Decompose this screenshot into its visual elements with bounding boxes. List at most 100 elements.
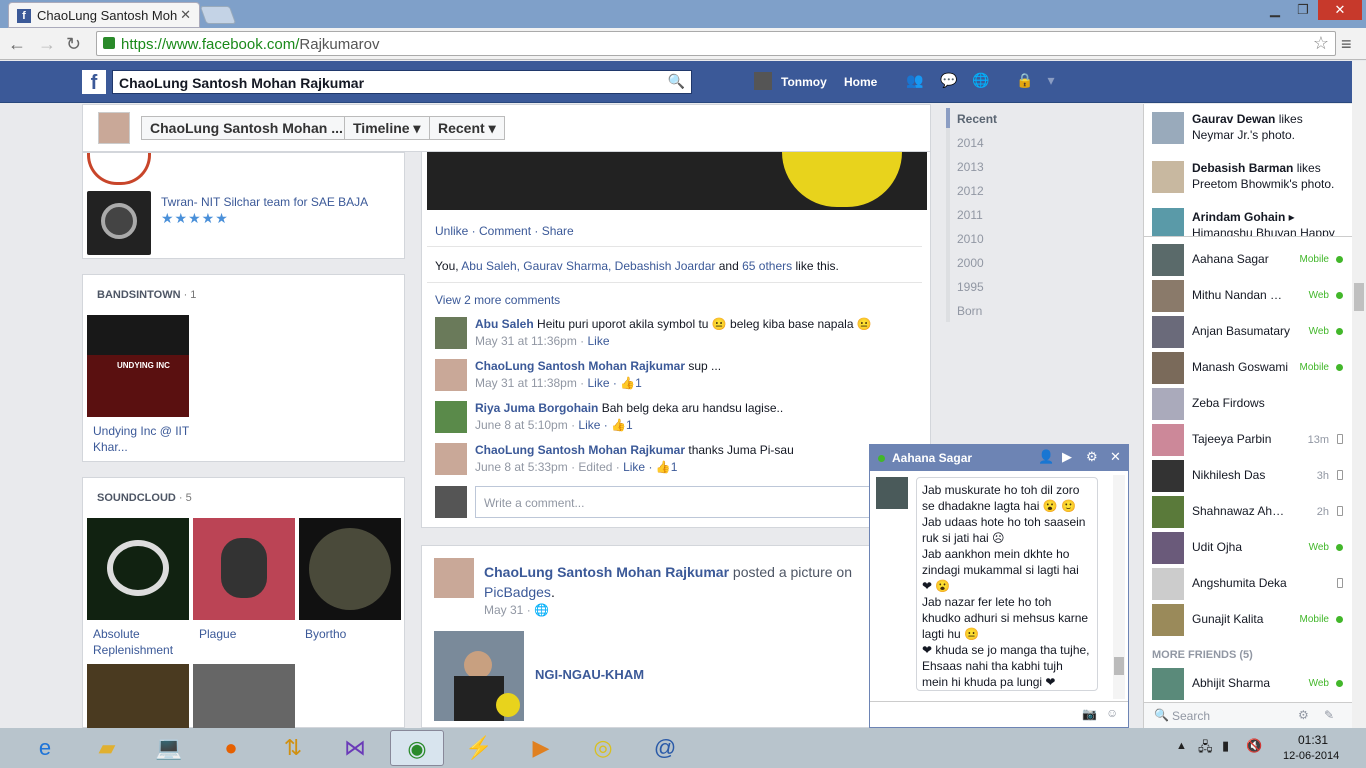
friend-row[interactable]: Udit Ojha Web: [1144, 530, 1353, 566]
comment-like-count[interactable]: · 👍1: [600, 418, 633, 432]
band-event-poster[interactable]: UNDYING INC: [87, 315, 189, 417]
facebook-search-input[interactable]: ChaoLung Santosh Mohan Rajkumar 🔍: [112, 70, 692, 94]
new-message-icon[interactable]: ✎: [1324, 708, 1334, 722]
post-actions[interactable]: Unlike · Comment · Share: [435, 224, 574, 238]
close-window-button[interactable]: ✕: [1318, 0, 1362, 20]
add-friends-icon[interactable]: 👤: [1038, 449, 1054, 465]
reload-icon[interactable]: ↻: [66, 34, 81, 55]
track-link-plague[interactable]: Plague: [199, 626, 236, 642]
friend-requests-icon[interactable]: 👥: [906, 72, 924, 90]
emoticon-icon[interactable]: ☺: [1106, 706, 1118, 720]
friend-row[interactable]: Manash Goswami Mobile: [1144, 350, 1353, 386]
user-name-link[interactable]: Tonmoy: [781, 75, 827, 89]
torrent-icon[interactable]: ⇅: [266, 730, 320, 766]
commenter-avatar[interactable]: [435, 317, 467, 349]
track-art-absolute-replenishment[interactable]: [87, 518, 189, 620]
chat-options-gear-icon[interactable]: ⚙: [1298, 708, 1309, 722]
account-menu-icon[interactable]: ▾: [1042, 72, 1060, 90]
chrome-icon[interactable]: ◉: [390, 730, 444, 766]
commenter-name[interactable]: Riya Juma Borgohain: [475, 401, 598, 415]
clock-time[interactable]: 01:31: [1298, 733, 1328, 747]
browser-tab[interactable]: f ChaoLung Santosh Mohan ✕: [8, 2, 200, 28]
friend-row[interactable]: Angshumita Deka: [1144, 566, 1353, 602]
chat-settings-gear-icon[interactable]: ⚙: [1086, 449, 1098, 465]
chat-input[interactable]: 📷 ☺: [870, 701, 1128, 727]
year-recent[interactable]: Recent: [957, 112, 997, 126]
track-link-absolute-replenishment[interactable]: Absolute Replenishment: [93, 626, 189, 658]
back-icon[interactable]: ←: [8, 34, 26, 55]
friend-row[interactable]: Anjan Basumatary Web: [1144, 314, 1353, 350]
profile-name-button[interactable]: ChaoLung Santosh Mohan ...: [141, 116, 345, 140]
firefox-icon[interactable]: ●: [204, 730, 258, 766]
write-comment-input[interactable]: Write a comment...: [475, 486, 925, 518]
home-link[interactable]: Home: [844, 75, 877, 89]
minimize-button[interactable]: ▁: [1262, 0, 1288, 20]
commenter-avatar[interactable]: [435, 443, 467, 475]
friend-row[interactable]: Mithu Nandan Me... Web: [1144, 278, 1353, 314]
recent-dropdown[interactable]: Recent ▾: [429, 116, 505, 140]
commenter-avatar[interactable]: [435, 359, 467, 391]
video-call-icon[interactable]: ▶: [1062, 449, 1072, 465]
sidebar-search-bar[interactable]: 🔍 Search ⚙ ✎: [1144, 702, 1353, 728]
ticker-avatar[interactable]: [1152, 112, 1184, 144]
commenter-name[interactable]: ChaoLung Santosh Mohan Rajkumar: [475, 443, 685, 457]
comment-like-link[interactable]: Like: [578, 418, 600, 432]
disc-icon[interactable]: ◎: [576, 730, 630, 766]
commenter-name[interactable]: Abu Saleh: [475, 317, 534, 331]
volume-muted-icon[interactable]: 🔇: [1246, 738, 1262, 754]
picture-caption-link[interactable]: NGI-NGAU-KHAM: [535, 667, 644, 682]
new-tab-button[interactable]: [199, 6, 237, 24]
ticker-item[interactable]: Debasish Barman likes Preetom Bhowmik's …: [1192, 160, 1347, 192]
restore-button[interactable]: ❐: [1290, 0, 1316, 20]
close-chat-icon[interactable]: ✕: [1110, 449, 1121, 465]
comment-like-count[interactable]: · 👍1: [645, 460, 677, 474]
privacy-shortcuts-icon[interactable]: 🔒: [1016, 72, 1034, 90]
file-explorer-icon[interactable]: ▰: [80, 730, 134, 766]
chat-header[interactable]: Aahana Sagar 👤 ▶ ⚙ ✕: [870, 445, 1128, 471]
network-tray-icon[interactable]: 🖧: [1198, 738, 1213, 760]
ticker-avatar[interactable]: [1152, 161, 1184, 193]
ticker-item[interactable]: Gaurav Dewan likes Neymar Jr.'s photo.: [1192, 111, 1347, 143]
friend-row[interactable]: Zeba Firdows: [1144, 386, 1353, 422]
friend-row[interactable]: Gunajit Kalita Mobile: [1144, 602, 1353, 638]
year-2013[interactable]: 2013: [957, 160, 984, 174]
commenter-avatar[interactable]: [435, 401, 467, 433]
search-icon[interactable]: 🔍: [668, 73, 685, 90]
soundcloud-header[interactable]: SOUNDCLOUD · 5: [97, 492, 192, 504]
year-2011[interactable]: 2011: [957, 208, 983, 222]
timeline-dropdown[interactable]: Timeline ▾: [344, 116, 430, 140]
friend-row[interactable]: Shahnawaz Ahmed 2h: [1144, 494, 1353, 530]
track-art-4[interactable]: [87, 664, 189, 728]
friend-row[interactable]: Nikhilesh Das 3h: [1144, 458, 1353, 494]
year-born[interactable]: Born: [957, 304, 982, 318]
camera-icon[interactable]: 📷: [1082, 707, 1097, 721]
computer-icon[interactable]: 💻: [142, 730, 196, 766]
friend-row[interactable]: Aahana Sagar Mobile: [1144, 242, 1353, 278]
year-2000[interactable]: 2000: [957, 256, 984, 270]
year-1995[interactable]: 1995: [957, 280, 984, 294]
notifications-globe-icon[interactable]: 🌐: [972, 72, 990, 90]
author-avatar[interactable]: [434, 558, 474, 598]
profile-thumbnail[interactable]: [98, 112, 130, 144]
likes-names-link[interactable]: Abu Saleh, Gaurav Sharma, Debashish Joar…: [461, 259, 715, 273]
friend-row[interactable]: Tajeeya Parbin 13m: [1144, 422, 1353, 458]
address-bar[interactable]: https://www.facebook.com/Rajkumarov ☆: [96, 31, 1336, 56]
comment-like-link[interactable]: Like: [623, 460, 645, 474]
track-art-plague[interactable]: [193, 518, 295, 620]
comment-like-link[interactable]: Like: [588, 334, 610, 348]
year-2012[interactable]: 2012: [957, 184, 984, 198]
messages-icon[interactable]: 💬: [940, 72, 958, 90]
band-event-link[interactable]: Undying Inc @ IIT Khar...: [93, 423, 189, 455]
ticker-item[interactable]: Arindam Gohain ▸ Himangshu Bhuyan Happy: [1192, 209, 1347, 237]
facebook-logo-icon[interactable]: f: [82, 70, 106, 94]
view-more-comments-link[interactable]: View 2 more comments: [435, 293, 560, 307]
clock-date[interactable]: 12-06-2014: [1283, 750, 1339, 762]
user-avatar[interactable]: [754, 72, 772, 90]
track-link-byortho[interactable]: Byortho: [305, 626, 346, 642]
chat-scrollbar[interactable]: [1113, 475, 1125, 699]
shared-picture[interactable]: [434, 631, 524, 721]
twran-logo[interactable]: [87, 191, 151, 255]
chat-partner-avatar[interactable]: [876, 477, 908, 509]
likes-others-link[interactable]: 65 others: [742, 259, 792, 273]
post-author-link[interactable]: ChaoLung Santosh Mohan Rajkumar: [484, 564, 729, 580]
